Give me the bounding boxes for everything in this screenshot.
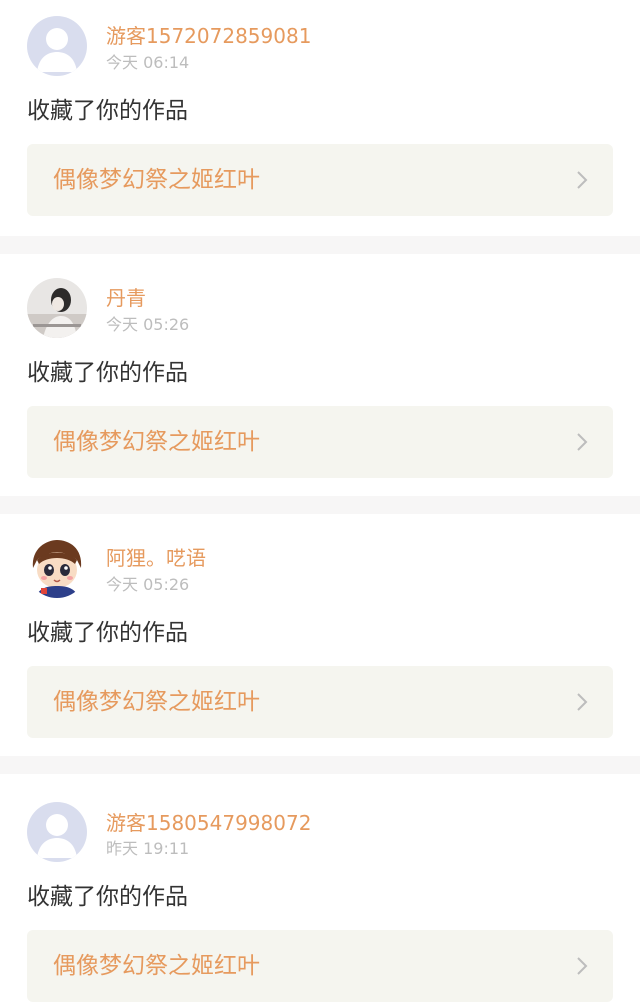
default-person-icon	[27, 802, 87, 862]
divider	[0, 496, 640, 514]
username[interactable]: 丹青	[106, 286, 146, 310]
timestamp: 昨天 19:11	[106, 839, 190, 858]
timestamp: 今天 05:26	[106, 315, 190, 334]
work-link[interactable]: 偶像梦幻祭之姬红叶	[27, 144, 613, 216]
notification-message: 收藏了你的作品	[27, 360, 188, 386]
work-title: 偶像梦幻祭之姬红叶	[53, 167, 260, 193]
work-link[interactable]: 偶像梦幻祭之姬红叶	[27, 666, 613, 738]
username[interactable]: 游客1572072859081	[106, 24, 311, 48]
default-person-icon	[27, 16, 87, 76]
avatar[interactable]	[27, 278, 87, 338]
notification-item: 丹青 今天 05:26 收藏了你的作品 偶像梦幻祭之姬红叶	[0, 254, 640, 496]
notification-message: 收藏了你的作品	[27, 98, 188, 124]
chevron-right-icon	[577, 693, 588, 711]
notification-item: 游客1580547998072 昨天 19:11 收藏了你的作品 偶像梦幻祭之姬…	[0, 776, 640, 1006]
divider	[0, 756, 640, 774]
avatar[interactable]	[27, 538, 87, 598]
notification-item: 阿狸。呓语 今天 05:26 收藏了你的作品 偶像梦幻祭之姬红叶	[0, 514, 640, 756]
work-link[interactable]: 偶像梦幻祭之姬红叶	[27, 406, 613, 478]
work-link[interactable]: 偶像梦幻祭之姬红叶	[27, 930, 613, 1002]
avatar[interactable]	[27, 16, 87, 76]
username[interactable]: 游客1580547998072	[106, 811, 311, 835]
chevron-right-icon	[577, 171, 588, 189]
cartoon-avatar-icon	[27, 538, 87, 598]
chevron-right-icon	[577, 957, 588, 975]
timestamp: 今天 06:14	[106, 53, 190, 72]
notification-message: 收藏了你的作品	[27, 884, 188, 910]
username[interactable]: 阿狸。呓语	[106, 546, 206, 570]
work-title: 偶像梦幻祭之姬红叶	[53, 689, 260, 715]
divider	[0, 236, 640, 254]
notification-message: 收藏了你的作品	[27, 620, 188, 646]
photo-avatar-icon	[27, 278, 87, 338]
timestamp: 今天 05:26	[106, 575, 190, 594]
chevron-right-icon	[577, 433, 588, 451]
notification-item: 游客1572072859081 今天 06:14 收藏了你的作品 偶像梦幻祭之姬…	[0, 0, 640, 236]
avatar[interactable]	[27, 802, 87, 862]
notification-feed: 游客1572072859081 今天 06:14 收藏了你的作品 偶像梦幻祭之姬…	[0, 0, 640, 1006]
work-title: 偶像梦幻祭之姬红叶	[53, 429, 260, 455]
work-title: 偶像梦幻祭之姬红叶	[53, 953, 260, 979]
